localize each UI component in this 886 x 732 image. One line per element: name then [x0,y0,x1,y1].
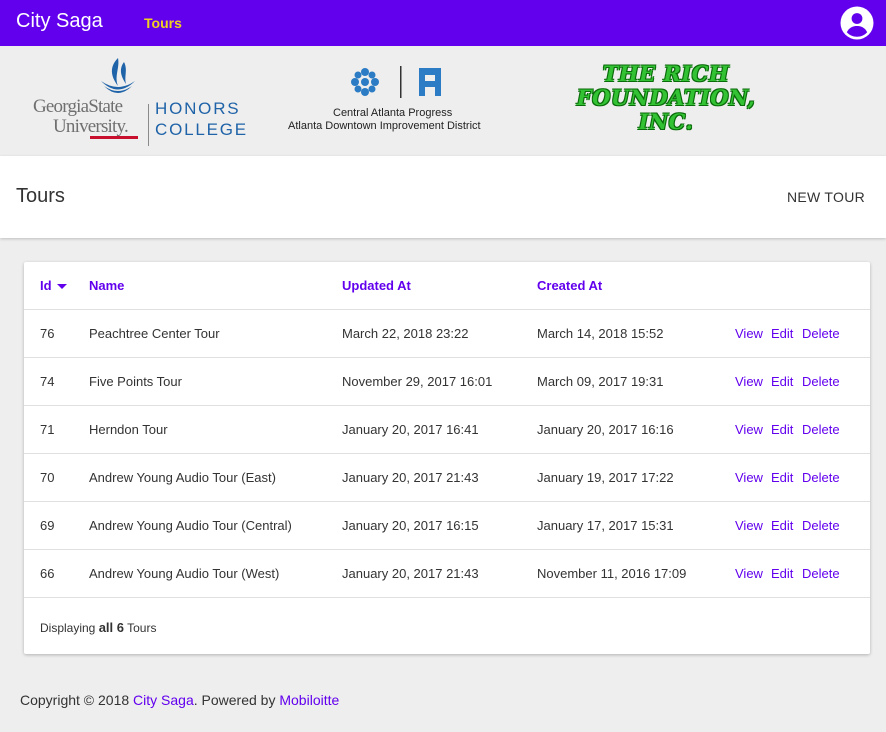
delete-link[interactable]: Delete [802,406,840,453]
cell-updated: January 20, 2017 21:43 [342,566,479,581]
cell-id: 66 [40,566,55,581]
delete-link[interactable]: Delete [802,550,840,597]
page-title: Tours [16,185,65,207]
cap-name: Central Atlanta Progress [333,107,453,119]
column-header-created[interactable]: Created At [537,262,602,309]
cell-id: 74 [40,374,55,389]
list-toolbar: Tours NEW TOUR [0,156,886,238]
cell-created: March 14, 2018 15:52 [537,326,664,341]
cell-name: Peachtree Center Tour [89,326,220,341]
cell-name: Andrew Young Audio Tour (West) [89,566,280,581]
view-link[interactable]: View [735,502,763,549]
cell-updated: November 29, 2017 16:01 [342,374,493,389]
footer-count: all 6 [98,620,124,635]
powered-by-text: . Powered by [193,692,276,708]
table-header-row: Id Name Updated At Created At [24,262,870,310]
nav-tours-link[interactable]: Tours [144,15,182,31]
app-bar: City Saga Tours [0,0,886,46]
cell-created: January 17, 2017 15:31 [537,518,674,533]
column-header-name[interactable]: Name [89,262,124,309]
gsu-college-label: COLLEGE [155,120,248,139]
delete-link[interactable]: Delete [802,454,840,501]
cell-name: Herndon Tour [89,422,168,437]
cell-name: Five Points Tour [89,374,182,389]
table-row: 76 Peachtree Center Tour March 22, 2018 … [24,310,870,358]
cell-created: January 19, 2017 17:22 [537,470,674,485]
gsu-divider [148,104,149,146]
copyright-text: Copyright © 2018 [20,692,130,708]
rich-line1: THE RICH [602,61,730,86]
gsu-name-line2: University. [53,116,129,137]
view-link[interactable]: View [735,358,763,405]
table-row: 69 Andrew Young Audio Tour (Central) Jan… [24,502,870,550]
delete-link[interactable]: Delete [802,310,840,357]
app-brand[interactable]: City Saga [16,10,103,33]
delete-link[interactable]: Delete [802,358,840,405]
rich-line3: INC. [638,109,694,134]
cell-id: 70 [40,470,55,485]
mobiloitte-link[interactable]: Mobiloitte [279,692,339,708]
gsu-red-rule [90,136,138,139]
cell-updated: January 20, 2017 16:15 [342,518,479,533]
city-saga-link[interactable]: City Saga [133,692,194,708]
cell-updated: March 22, 2018 23:22 [342,326,469,341]
view-link[interactable]: View [735,550,763,597]
cell-name: Andrew Young Audio Tour (Central) [89,518,292,533]
table-row: 66 Andrew Young Audio Tour (West) Januar… [24,550,870,598]
gsu-name-line1: GeorgiaState [33,96,123,117]
table-row: 71 Herndon Tour January 20, 2017 16:41 J… [24,406,870,454]
view-link[interactable]: View [735,406,763,453]
cell-id: 71 [40,422,55,437]
edit-link[interactable]: Edit [771,454,793,501]
rich-line2: FOUNDATION, [576,85,756,110]
edit-link[interactable]: Edit [771,358,793,405]
tours-table: Id Name Updated At Created At 76 Peachtr… [24,262,870,654]
column-header-id[interactable]: Id [40,262,67,309]
table-row: 70 Andrew Young Audio Tour (East) Januar… [24,454,870,502]
page-footer: Copyright © 2018 City Saga. Powered by M… [20,692,339,708]
cell-id: 69 [40,518,55,533]
cell-id: 76 [40,326,55,341]
view-link[interactable]: View [735,310,763,357]
footer-prefix: Displaying [40,621,96,635]
cell-updated: January 20, 2017 16:41 [342,422,479,437]
new-tour-button[interactable]: NEW TOUR [772,182,880,212]
sponsor-logos: GeorgiaState University. HONORS COLLEGE … [0,46,886,156]
cell-updated: January 20, 2017 21:43 [342,470,479,485]
edit-link[interactable]: Edit [771,502,793,549]
cell-created: January 20, 2017 16:16 [537,422,674,437]
cell-name: Andrew Young Audio Tour (East) [89,470,276,485]
rich-foundation-logo: THE RICH FOUNDATION, INC. [528,61,804,134]
edit-link[interactable]: Edit [771,406,793,453]
gsu-honors-logo: GeorgiaState University. HONORS COLLEGE [30,56,250,146]
table-footer-count: Displaying all 6 Tours [40,620,156,635]
cap-district: Atlanta Downtown Improvement District [288,120,481,132]
edit-link[interactable]: Edit [771,310,793,357]
sort-down-icon [56,284,67,290]
table-row: 74 Five Points Tour November 29, 2017 16… [24,358,870,406]
column-header-updated[interactable]: Updated At [342,262,411,309]
footer-suffix: Tours [127,621,157,635]
edit-link[interactable]: Edit [771,550,793,597]
delete-link[interactable]: Delete [802,502,840,549]
cell-created: March 09, 2017 19:31 [537,374,664,389]
central-atlanta-progress-logo: Central Atlanta Progress Atlanta Downtow… [285,64,520,144]
account-circle-icon[interactable] [839,5,875,41]
view-link[interactable]: View [735,454,763,501]
cap-emblem-icon [351,66,441,98]
gsu-honors-label: HONORS [155,99,241,118]
cell-created: November 11, 2016 17:09 [537,566,687,581]
gsu-flame-icon [101,58,135,93]
